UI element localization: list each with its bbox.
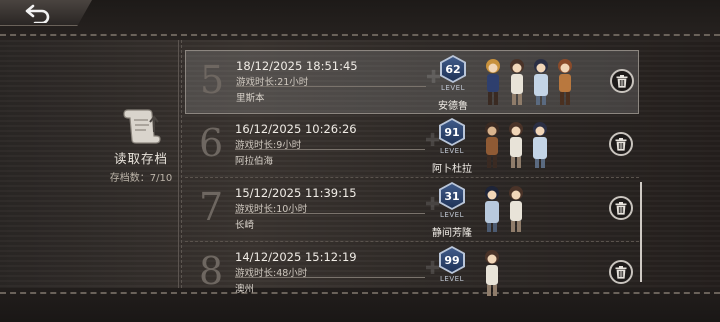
slot-location: 澳州 [235,284,255,295]
slot-divider [235,213,425,214]
slot-number: 7 [199,185,224,229]
back-button[interactable] [0,0,92,26]
save-slot-list[interactable]: 5 18/12/2025 18:51:45 游戏时长:21小时 里斯本 ✚ 62… [178,40,639,296]
save-slot-7[interactable]: 7 15/12/2025 11:39:15 游戏时长:10小时 长崎 ✚ 31 … [185,178,639,242]
leader-name: 安德鲁 [438,101,468,112]
character-sprite [485,186,499,232]
slot-divider [235,277,425,278]
slot-datetime: 16/12/2025 10:26:26 [235,122,357,136]
slot-location: 长崎 [235,220,255,231]
party-members [481,182,527,236]
character-sprite [510,59,524,105]
level-label: LEVEL [440,147,464,155]
slot-number: 6 [199,121,224,165]
save-slot-6[interactable]: 6 16/12/2025 10:26:26 游戏时长:9小时 阿拉伯海 ✚ 91… [185,114,639,178]
trash-icon [615,265,627,279]
level-value: 31 [441,184,463,208]
top-trim [0,0,720,40]
list-scrollbar[interactable] [640,182,642,282]
save-slot-8[interactable]: 8 14/12/2025 15:12:19 游戏时长:48小时 澳州 ✚ 99 … [185,242,639,306]
level-value: 99 [441,248,463,272]
level-label: LEVEL [440,211,464,219]
leader-name: 阿卜杜拉 [432,164,472,175]
level-label: LEVEL [440,275,464,283]
level-badge: 62 LEVEL [438,55,468,92]
slot-datetime: 15/12/2025 11:39:15 [235,186,357,200]
character-sprite [534,59,548,105]
delete-save-button[interactable] [610,69,634,93]
trash-icon [615,201,627,215]
slot-datetime: 18/12/2025 18:51:45 [236,59,358,73]
slot-location: 里斯本 [236,93,265,104]
delete-save-button[interactable] [609,196,633,220]
slot-location: 阿拉伯海 [235,156,274,167]
character-sprite [509,122,523,168]
slot-divider [236,86,426,87]
slot-divider [235,149,425,150]
level-badge: 31 LEVEL [437,182,467,219]
trash-icon [615,137,627,151]
scroll-save-icon [123,109,161,144]
party-members [481,118,551,172]
level-badge: 99 LEVEL [437,246,467,283]
delete-save-button[interactable] [609,260,633,284]
leader-name: 静间芳隆 [432,228,472,239]
trash-icon [616,74,628,88]
slot-number: 8 [199,249,224,293]
save-slot-5[interactable]: 5 18/12/2025 18:51:45 游戏时长:21小时 里斯本 ✚ 62… [185,50,639,114]
character-sprite [533,122,547,168]
character-sprite [485,250,499,296]
character-sprite [558,59,572,105]
delete-save-button[interactable] [609,132,633,156]
return-arrow-icon [25,4,50,23]
level-label: LEVEL [441,84,465,92]
party-members [481,246,503,300]
level-value: 91 [441,120,463,144]
character-sprite [485,122,499,168]
slot-number: 5 [200,58,225,102]
character-sprite [486,59,500,105]
party-members [482,55,576,109]
level-value: 62 [442,57,464,81]
character-sprite [509,186,523,232]
level-badge: 91 LEVEL [437,118,467,155]
slot-datetime: 14/12/2025 15:12:19 [235,250,357,264]
